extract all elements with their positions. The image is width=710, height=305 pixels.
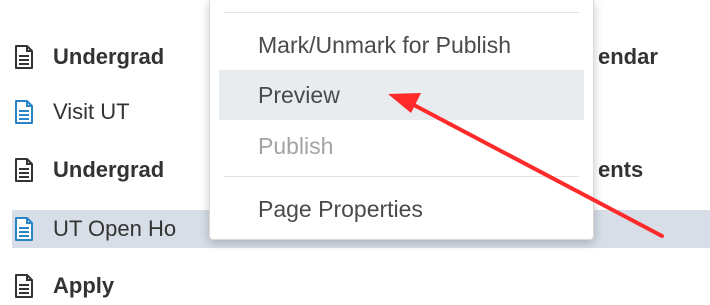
page-item-suffix: endar: [598, 38, 658, 76]
menu-separator: [224, 176, 579, 177]
page-item-label: Visit UT: [53, 99, 130, 124]
page-item-label: Apply: [53, 273, 115, 298]
page-item-undergrad-events[interactable]: Undergrad: [12, 151, 164, 189]
menu-item-preview[interactable]: Preview: [219, 70, 584, 120]
document-icon: [12, 271, 36, 301]
page-item-label: Undergrad: [53, 44, 165, 69]
menu-item-page-properties[interactable]: Page Properties: [219, 184, 584, 234]
page-item-label: UT Open Ho: [53, 216, 177, 241]
document-icon: [12, 214, 36, 244]
document-icon: [12, 155, 36, 185]
page-item-label-suffix: endar: [598, 44, 658, 69]
context-menu: Mark/Unmark for Publish Preview Publish …: [209, 0, 594, 240]
page-item-visit-ut[interactable]: Visit UT: [12, 93, 130, 131]
page-item-undergrad-calendar[interactable]: Undergrad: [12, 38, 164, 76]
menu-item-mark-unmark-publish[interactable]: Mark/Unmark for Publish: [219, 20, 584, 70]
menu-separator: [224, 12, 579, 13]
page-item-label-suffix: ents: [598, 157, 644, 182]
menu-item-publish: Publish: [258, 132, 334, 159]
page-item-label: Undergrad: [53, 157, 165, 182]
document-icon: [12, 42, 36, 72]
document-icon: [12, 97, 36, 127]
page-item-apply[interactable]: Apply: [12, 267, 114, 305]
page-item-suffix: ents: [598, 151, 643, 189]
